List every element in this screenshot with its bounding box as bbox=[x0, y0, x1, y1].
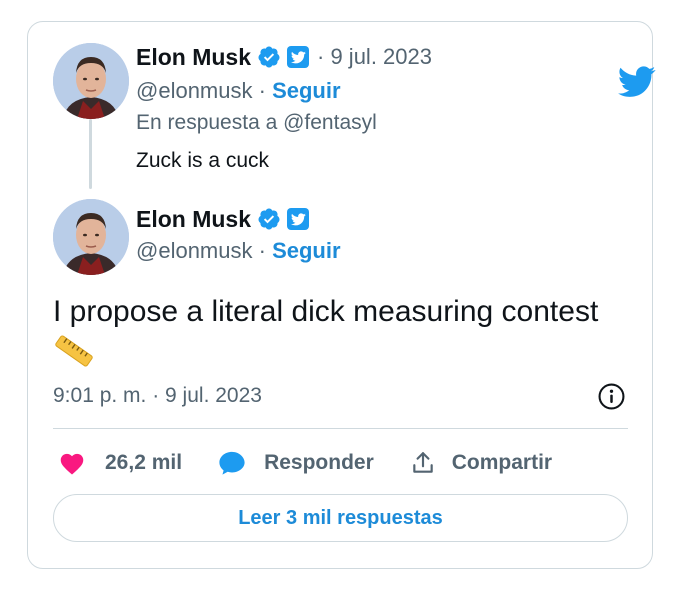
avatar[interactable] bbox=[53, 43, 129, 119]
share-label: Compartir bbox=[451, 451, 553, 474]
main-author-row: Elon Musk bbox=[136, 204, 310, 234]
reply-tweet-text: Zuck is a cuck bbox=[136, 149, 270, 172]
reply-handle-row: @elonmusk · Seguir bbox=[136, 77, 341, 105]
verified-badge-icon bbox=[258, 46, 280, 68]
author-handle[interactable]: @elonmusk bbox=[136, 78, 253, 103]
twitter-badge-icon bbox=[287, 208, 310, 230]
divider bbox=[53, 428, 628, 429]
read-replies-label: Leer 3 mil respuestas bbox=[238, 506, 443, 529]
reply-author-row: Elon Musk · 9 jul. 2023 bbox=[136, 42, 432, 72]
read-replies-button[interactable]: Leer 3 mil respuestas bbox=[53, 494, 628, 542]
verified-badge-icon bbox=[258, 208, 280, 230]
separator: · bbox=[258, 78, 273, 103]
tweet-text: I propose a literal dick measuring conte… bbox=[53, 295, 599, 328]
main-handle-row: @elonmusk · Seguir bbox=[136, 237, 341, 265]
follow-button[interactable]: Seguir bbox=[272, 238, 340, 263]
tweet-body: I propose a literal dick measuring conte… bbox=[53, 293, 633, 369]
tweet-embed-card: Elon Musk · 9 jul. 2023 @elonmusk · Segu… bbox=[27, 21, 656, 569]
avatar[interactable] bbox=[53, 199, 129, 275]
author-name[interactable]: Elon Musk bbox=[136, 206, 251, 233]
reply-button[interactable]: Responder bbox=[218, 450, 374, 476]
heart-icon bbox=[60, 453, 84, 475]
twitter-bird-icon[interactable] bbox=[618, 66, 656, 98]
thread-connector-line bbox=[89, 119, 92, 189]
action-bar: 26,2 mil Responder Compartir bbox=[59, 445, 588, 481]
like-button[interactable]: 26,2 mil bbox=[59, 451, 182, 475]
tweet-date[interactable]: · 9 jul. 2023 bbox=[317, 44, 432, 70]
in-reply-to-label[interactable]: En respuesta a @fentasyl bbox=[136, 111, 377, 135]
twitter-badge-icon bbox=[287, 46, 310, 68]
share-button[interactable]: Compartir bbox=[410, 450, 552, 476]
tweet-timestamp[interactable]: 9:01 p. m. · 9 jul. 2023 bbox=[53, 384, 262, 408]
reply-bubble-icon bbox=[219, 451, 245, 475]
reply-label: Responder bbox=[264, 451, 374, 474]
info-icon[interactable] bbox=[598, 383, 625, 410]
share-icon bbox=[413, 452, 433, 473]
ruler-icon bbox=[55, 335, 93, 367]
author-name[interactable]: Elon Musk bbox=[136, 44, 251, 71]
separator: · bbox=[258, 238, 273, 263]
author-handle[interactable]: @elonmusk bbox=[136, 238, 253, 263]
like-count: 26,2 mil bbox=[105, 451, 183, 474]
follow-button[interactable]: Seguir bbox=[272, 78, 340, 103]
